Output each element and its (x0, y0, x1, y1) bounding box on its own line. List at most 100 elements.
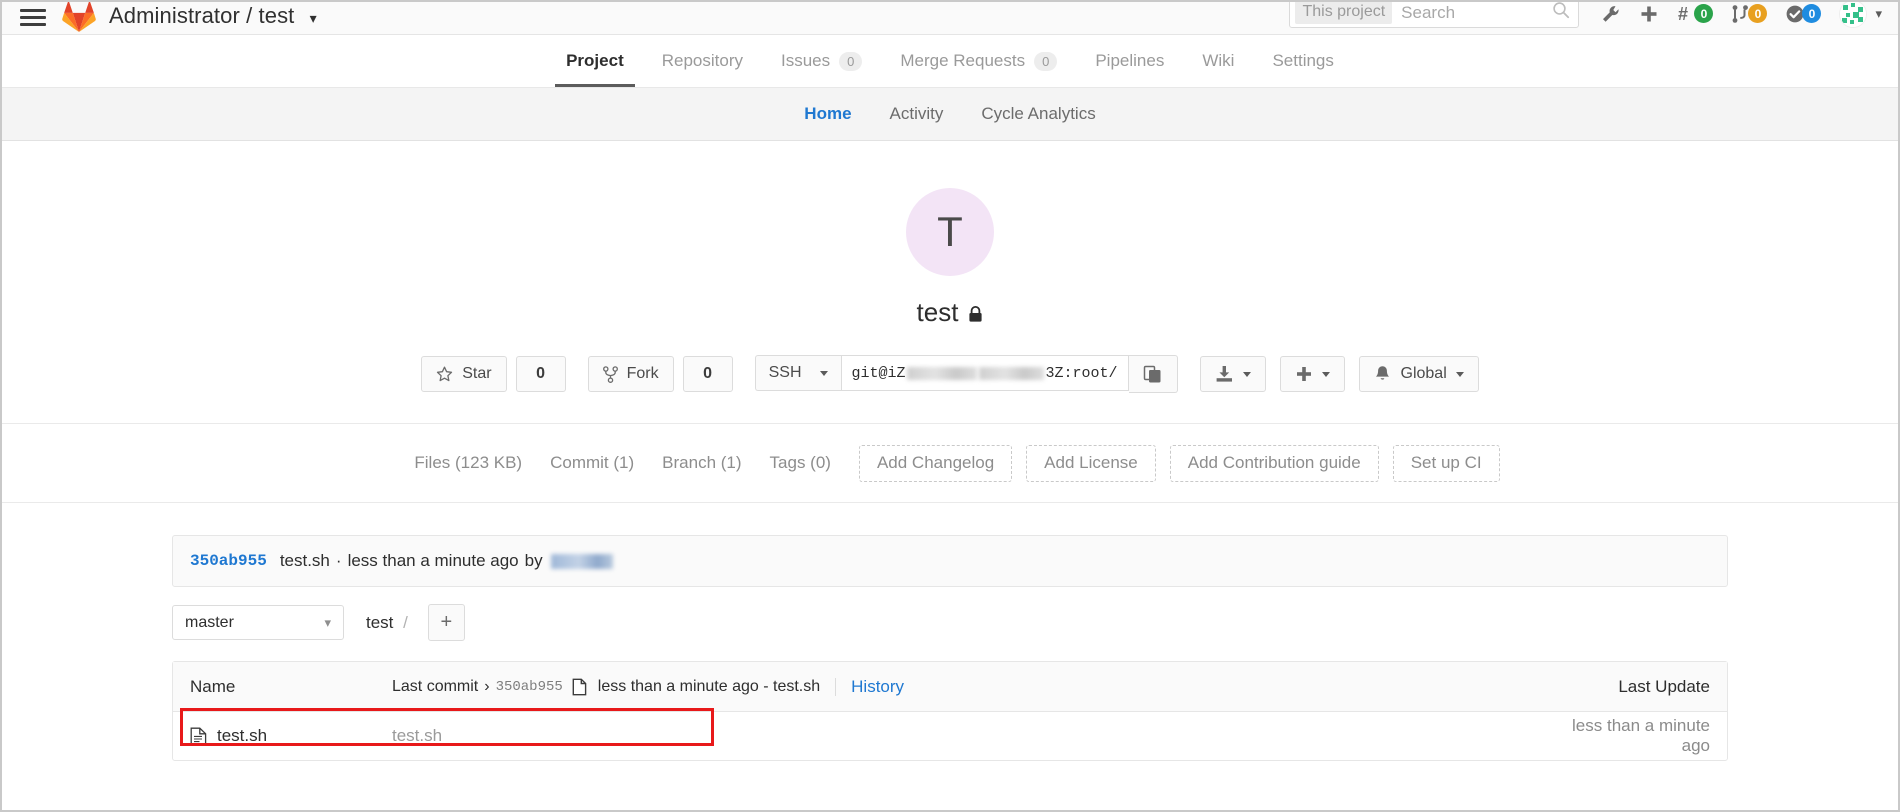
commit-by-label: by (524, 551, 543, 570)
top-header: Administrator / test ▾ This project Sear… (2, 2, 1898, 35)
column-header-last-commit: Last commit › 350ab955 less than a minut… (392, 677, 1550, 697)
copy-url-button[interactable] (1128, 355, 1178, 393)
path-breadcrumb: test / (366, 613, 408, 633)
repo-toolbar: master ▾ test / + (172, 604, 1728, 641)
issues-badge: 0 (1694, 4, 1714, 23)
commit-time: less than a minute ago (347, 551, 519, 570)
tab-repository[interactable]: Repository (643, 35, 762, 87)
history-link[interactable]: History (851, 677, 904, 697)
new-plus-icon[interactable] (1639, 4, 1659, 24)
file-link[interactable]: test.sh (190, 726, 392, 746)
star-count[interactable]: 0 (515, 356, 566, 392)
fork-count[interactable]: 0 (682, 356, 733, 392)
clone-url-group: SSH git@iZ 3Z:root/ (754, 355, 1178, 393)
breadcrumb-text: Administrator / test (109, 3, 295, 28)
add-license-button[interactable]: Add License (1026, 444, 1156, 482)
fork-icon (602, 365, 618, 383)
tab-label: Project (566, 51, 624, 70)
file-name-text: test.sh (217, 726, 268, 745)
redacted-host-1 (906, 366, 978, 380)
admin-wrench-icon[interactable] (1601, 4, 1621, 24)
search-input[interactable]: This project Search (1289, 2, 1580, 28)
tab-pipelines[interactable]: Pipelines (1076, 35, 1183, 87)
project-main-nav: Project Repository Issues 0 Merge Reques… (2, 35, 1898, 88)
add-contribution-guide-button[interactable]: Add Contribution guide (1169, 444, 1379, 482)
branch-name: master (185, 613, 234, 631)
todos-counter[interactable]: 0 (1785, 4, 1822, 24)
file-tree-header: Name Last commit › 350ab955 less than a … (173, 662, 1727, 712)
fork-button[interactable]: Fork (587, 356, 674, 392)
chevron-down-icon: ▾ (309, 10, 317, 26)
copy-commit-sha-button[interactable] (572, 678, 589, 696)
clone-url-field[interactable]: git@iZ 3Z:root/ (840, 355, 1129, 391)
fork-label: Fork (626, 365, 659, 382)
add-dropdown[interactable] (1279, 356, 1345, 392)
gitlab-logo-icon (62, 2, 96, 32)
copy-icon (572, 678, 587, 695)
chevron-down-icon (819, 370, 828, 376)
todos-badge: 0 (1802, 4, 1822, 23)
lock-icon (969, 305, 983, 322)
bell-icon (1375, 366, 1389, 380)
tab-issues[interactable]: Issues 0 (762, 35, 881, 87)
stat-tags[interactable]: Tags (0) (756, 453, 845, 473)
avatar (1839, 2, 1868, 28)
subtab-home[interactable]: Home (785, 104, 870, 124)
copy-icon (1143, 365, 1161, 382)
tab-label: Wiki (1202, 51, 1235, 70)
chevron-right-icon: › (484, 677, 490, 695)
table-row[interactable]: test.sh test.sh less than a minute ago (173, 712, 1727, 760)
last-commit-sha[interactable]: 350ab955 (496, 679, 563, 695)
branch-selector[interactable]: master ▾ (172, 605, 344, 640)
tab-label: Pipelines (1095, 51, 1165, 70)
clone-protocol-dropdown[interactable]: SSH (754, 355, 841, 391)
tab-settings[interactable]: Settings (1253, 35, 1352, 87)
clone-protocol-label: SSH (768, 364, 802, 381)
chevron-down-icon: ▾ (1875, 5, 1882, 21)
add-changelog-button[interactable]: Add Changelog (858, 444, 1013, 482)
stat-files[interactable]: Files (123 KB) (400, 453, 536, 473)
search-scope-badge: This project (1295, 2, 1393, 24)
tab-wiki[interactable]: Wiki (1183, 35, 1253, 87)
redacted-author-name (550, 553, 613, 569)
tab-merge-requests[interactable]: Merge Requests 0 (881, 35, 1076, 87)
notification-label: Global (1400, 365, 1447, 382)
last-commit-bar: 350ab955 test.sh · less than a minute ag… (172, 535, 1728, 587)
file-tree-table: Name Last commit › 350ab955 less than a … (172, 661, 1728, 761)
commit-message: test.sh (279, 551, 330, 570)
download-dropdown[interactable] (1199, 356, 1266, 392)
page-title: test (2, 297, 1898, 328)
tab-issues-badge: 0 (839, 51, 863, 71)
hamburger-menu-icon[interactable] (20, 6, 46, 28)
chevron-down-icon (1242, 371, 1251, 377)
breadcrumb-project-title[interactable]: Administrator / test ▾ (109, 3, 317, 29)
repository-content: 350ab955 test.sh · less than a minute ag… (2, 503, 1898, 761)
notification-dropdown[interactable]: Global (1358, 356, 1479, 392)
tab-merge-requests-badge: 0 (1034, 51, 1058, 71)
commit-separator: · (335, 551, 342, 570)
chevron-down-icon: ▾ (324, 614, 331, 630)
breadcrumb-root[interactable]: test (366, 613, 393, 632)
tab-project[interactable]: Project (547, 35, 643, 87)
stat-commits[interactable]: Commit (1) (536, 453, 648, 473)
set-up-ci-button[interactable]: Set up CI (1392, 444, 1500, 482)
project-stats-row: Files (123 KB) Commit (1) Branch (1) Tag… (2, 424, 1898, 503)
subtab-cycle-analytics[interactable]: Cycle Analytics (962, 104, 1114, 124)
clone-url-prefix: git@iZ (851, 364, 906, 382)
search-placeholder: Search (1401, 2, 1456, 22)
user-menu[interactable]: ▾ (1839, 2, 1882, 28)
file-commit-message[interactable]: test.sh (392, 726, 442, 746)
subtab-activity[interactable]: Activity (871, 104, 963, 124)
add-to-tree-button[interactable]: + (427, 604, 465, 641)
stat-branches[interactable]: Branch (1) (648, 453, 755, 473)
star-button[interactable]: Star (421, 356, 507, 392)
plus-icon: + (440, 611, 453, 633)
column-header-name: Name (190, 676, 236, 696)
tab-label: Repository (661, 51, 743, 70)
merge-requests-counter[interactable]: 0 (1731, 4, 1768, 24)
issues-counter[interactable]: # 0 (1677, 4, 1714, 24)
column-header-last-update: Last Update (1618, 676, 1710, 696)
project-avatar: T (906, 188, 994, 276)
commit-sha-link[interactable]: 350ab955 (190, 552, 267, 570)
plus-icon (1296, 367, 1311, 381)
